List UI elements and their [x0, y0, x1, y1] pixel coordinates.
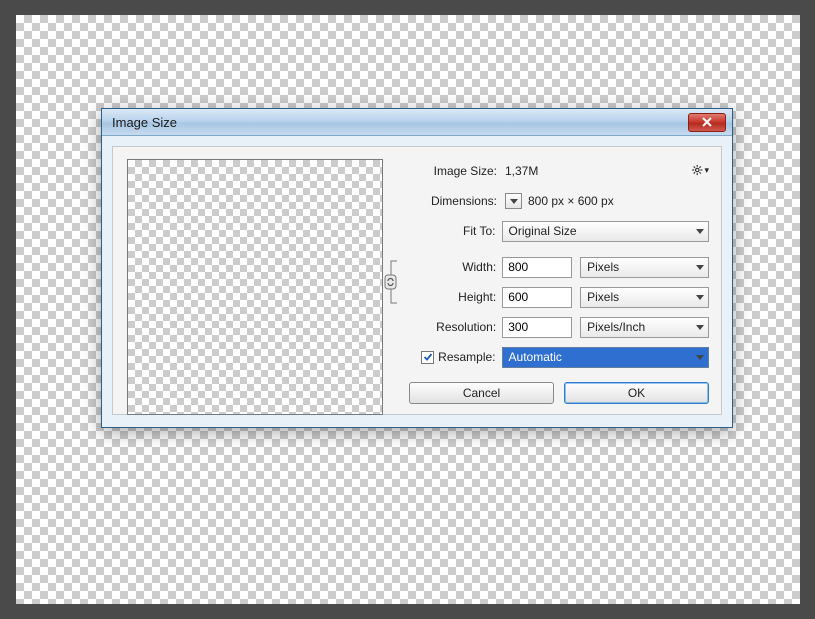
fit-to-label: Fit To: [413, 224, 502, 238]
constrain-proportions-link[interactable] [383, 255, 405, 309]
resample-method-select[interactable]: Automatic [502, 347, 709, 368]
width-unit-select[interactable]: Pixels [580, 257, 709, 278]
preview-thumbnail[interactable] [127, 159, 383, 415]
dimensions-value: 800 px × 600 px [528, 194, 614, 208]
fit-to-value: Original Size [509, 224, 577, 238]
resolution-label: Resolution: [413, 320, 502, 334]
width-input[interactable] [502, 257, 572, 278]
resolution-unit-select[interactable]: Pixels/Inch [580, 317, 709, 338]
ok-button-label: OK [628, 386, 645, 400]
cancel-button-label: Cancel [463, 386, 500, 400]
cancel-button[interactable]: Cancel [409, 382, 554, 404]
dialog-titlebar[interactable]: Image Size [102, 109, 732, 136]
ok-button[interactable]: OK [564, 382, 709, 404]
height-unit-select[interactable]: Pixels [580, 287, 709, 308]
check-icon [423, 352, 433, 362]
height-label: Height: [413, 290, 502, 304]
image-size-value: 1,37M [503, 164, 538, 178]
resample-checkbox[interactable] [421, 351, 434, 364]
resolution-unit-value: Pixels/Inch [587, 320, 645, 334]
image-size-label: Image Size: [413, 164, 503, 178]
fit-to-select[interactable]: Original Size [502, 221, 709, 242]
width-unit-value: Pixels [587, 260, 619, 274]
settings-menu-button[interactable]: ▾ [691, 161, 709, 179]
chevron-down-icon: ▾ [704, 165, 709, 176]
chevron-down-icon [696, 265, 704, 270]
dimensions-unit-button[interactable] [505, 193, 522, 209]
chevron-down-icon [696, 229, 704, 234]
dimensions-label: Dimensions: [413, 194, 503, 208]
chevron-down-icon [510, 199, 518, 204]
chevron-down-icon [696, 355, 704, 360]
height-input[interactable] [502, 287, 572, 308]
chevron-down-icon [696, 325, 704, 330]
resample-method-value: Automatic [509, 350, 562, 364]
close-button[interactable] [688, 113, 726, 132]
chevron-down-icon [696, 295, 704, 300]
resample-label: Resample: [438, 350, 495, 364]
image-size-dialog: Image Size ▾ [101, 108, 733, 428]
gear-icon [691, 163, 703, 177]
height-unit-value: Pixels [587, 290, 619, 304]
close-icon [701, 117, 713, 127]
dialog-body: ▾ Image Size: 1,37M Dimensions: 800 px ×… [112, 146, 722, 415]
resolution-input[interactable] [502, 317, 572, 338]
dialog-title: Image Size [112, 115, 688, 130]
width-label: Width: [413, 260, 502, 274]
